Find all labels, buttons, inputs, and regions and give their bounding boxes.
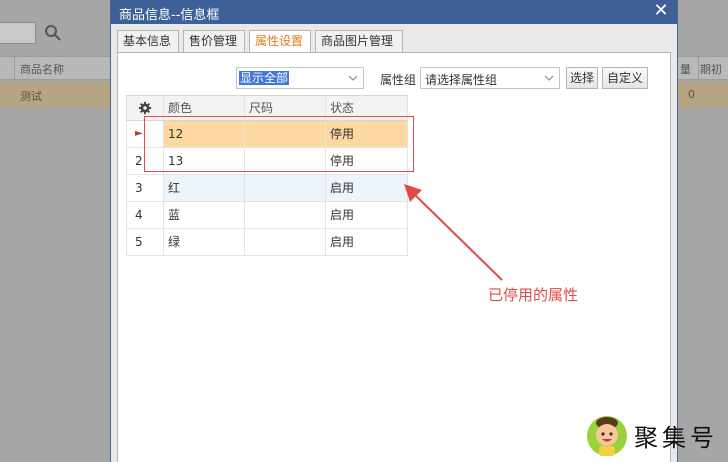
tab-product-images[interactable]: 商品图片管理 (315, 30, 403, 52)
bg-col-qty: 量 (680, 63, 691, 76)
attribute-group-select[interactable]: 请选择属性组 (420, 67, 560, 89)
cell-status[interactable]: 启用 (326, 229, 408, 256)
col-header-status[interactable]: 状态 (326, 95, 408, 121)
row-number: 2 (126, 148, 164, 175)
cell-color[interactable]: 12 (164, 121, 245, 148)
bg-col-start: 期初 (700, 63, 722, 76)
watermark: 聚集号 (582, 408, 728, 462)
bg-col-name: 商品名称 (20, 63, 64, 76)
display-filter-select[interactable]: 显示全部 (236, 67, 364, 89)
cell-size[interactable] (245, 121, 326, 148)
watermark-text: 聚集号 (634, 424, 718, 452)
col-header-size[interactable]: 尺码 (245, 95, 326, 121)
row-number: 4 (126, 202, 164, 229)
cell-status[interactable]: 启用 (326, 175, 408, 202)
mascot-logo-icon (587, 416, 627, 456)
attribute-panel: 显示全部 属性组 请选择属性组 选择 自定义 颜色 尺码 状态 ► 12 停用 … (117, 52, 671, 462)
product-info-dialog: 商品信息--信息框 ✕ 基本信息 售价管理 属性设置 商品图片管理 显示全部 属… (110, 0, 678, 462)
cell-status[interactable]: 停用 (326, 148, 408, 175)
chevron-down-icon (348, 75, 358, 81)
dialog-titlebar[interactable]: 商品信息--信息框 ✕ (111, 0, 677, 24)
cell-color[interactable]: 绿 (164, 229, 245, 256)
choose-button[interactable]: 选择 (566, 67, 598, 89)
cell-size[interactable] (245, 202, 326, 229)
cell-size[interactable] (245, 229, 326, 256)
cell-color[interactable]: 13 (164, 148, 245, 175)
row-number: 5 (126, 229, 164, 256)
search-icon (45, 25, 61, 41)
cell-size[interactable] (245, 148, 326, 175)
row-marker-icon: ► (126, 121, 164, 148)
cell-size[interactable] (245, 175, 326, 202)
custom-button[interactable]: 自定义 (602, 67, 648, 89)
bg-search-input (0, 22, 36, 44)
grid-settings-cell[interactable] (126, 95, 164, 121)
bg-row-value: 0 (688, 88, 695, 101)
dialog-title: 商品信息--信息框 (119, 8, 220, 23)
tab-price-management[interactable]: 售价管理 (183, 30, 245, 52)
row-number: 3 (126, 175, 164, 202)
cell-color[interactable]: 蓝 (164, 202, 245, 229)
gear-icon (138, 101, 152, 115)
attribute-group-placeholder: 请选择属性组 (425, 73, 498, 87)
cell-color[interactable]: 红 (164, 175, 245, 202)
attribute-group-label: 属性组 (380, 73, 417, 87)
close-icon[interactable]: ✕ (651, 2, 671, 22)
display-filter-value: 显示全部 (239, 71, 290, 85)
col-header-color[interactable]: 颜色 (164, 95, 245, 121)
tab-basic-info[interactable]: 基本信息 (117, 30, 179, 52)
chevron-down-icon (544, 75, 554, 81)
annotation-label: 已停用的属性 (488, 286, 579, 304)
tab-attribute-settings[interactable]: 属性设置 (249, 30, 311, 53)
bg-row-name: 测试 (20, 90, 42, 103)
cell-status[interactable]: 停用 (326, 121, 408, 148)
cell-status[interactable]: 启用 (326, 202, 408, 229)
